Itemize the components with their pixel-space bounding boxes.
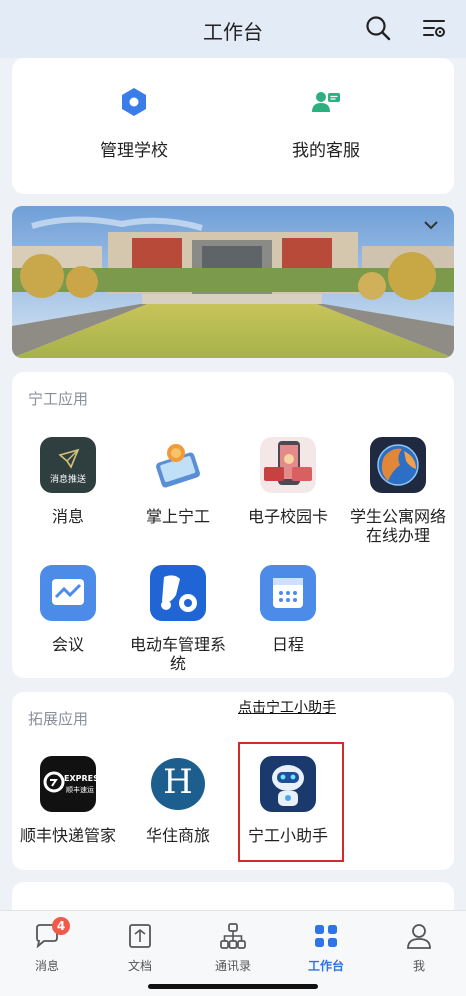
assistant-hint-link[interactable]: 点击宁工小助手: [238, 697, 336, 717]
home-indicator: [148, 984, 318, 989]
chevron-down-icon[interactable]: [422, 218, 440, 232]
tab-label: 文档: [127, 959, 152, 973]
sf-express-text: EXPRESS: [64, 774, 96, 783]
tab-messages[interactable]: 4 消息: [12, 917, 82, 974]
calendar-icon: [260, 565, 316, 621]
tab-contacts[interactable]: 通讯录: [198, 921, 268, 974]
person-icon: [404, 921, 434, 951]
customer-service-icon: [310, 86, 342, 118]
campus-banner[interactable]: [12, 206, 454, 358]
customer-service-label: 我的客服: [292, 141, 360, 161]
app-label: 掌上宁工: [145, 507, 210, 526]
app-dorm-network[interactable]: 学生公寓网络在线办理: [342, 437, 454, 545]
app-meeting[interactable]: 会议: [12, 565, 124, 654]
search-icon[interactable]: [364, 14, 392, 42]
app-huazhu[interactable]: H 华住商旅: [122, 756, 234, 845]
sf-express-cn-text: 顺丰速运: [66, 786, 94, 794]
manage-school-label: 管理学校: [100, 141, 168, 161]
section-title: 宁工应用: [28, 390, 89, 408]
app-mobile-ning[interactable]: 掌上宁工: [122, 437, 234, 526]
workbench-grid-icon: [311, 921, 341, 951]
tab-label: 工作台: [307, 959, 344, 973]
app-label: 会议: [51, 635, 84, 654]
tab-label: 我: [412, 959, 425, 973]
campus-card-icon: [260, 437, 316, 493]
quick-actions-card: 管理学校 我的客服: [12, 58, 454, 194]
campus-photo: [12, 206, 454, 358]
tab-label: 消息: [34, 959, 59, 973]
app-label: 日程: [271, 635, 304, 654]
highlight-box: [238, 742, 344, 862]
top-header: 工作台: [0, 0, 466, 58]
app-label: 华住商旅: [145, 826, 210, 845]
meeting-icon: [40, 565, 96, 621]
tab-documents[interactable]: 文档: [105, 921, 175, 974]
app-label: 顺丰快递管家: [19, 826, 116, 845]
app-label: 电子校园卡: [247, 507, 328, 526]
tab-label: 通讯录: [214, 959, 251, 973]
app-sf-express[interactable]: EXPRESS 顺丰速运 顺丰快递管家: [12, 756, 124, 845]
mobile-app-icon: [150, 437, 206, 493]
app-campus-card[interactable]: 电子校园卡: [232, 437, 344, 526]
app-calendar[interactable]: 日程: [232, 565, 344, 654]
manage-school-button[interactable]: 管理学校: [34, 86, 234, 161]
settings-list-icon[interactable]: [420, 14, 448, 42]
message-push-text: 消息推送: [49, 475, 86, 485]
org-chart-icon: [218, 921, 248, 951]
document-icon: [125, 921, 155, 951]
customer-service-button[interactable]: 我的客服: [226, 86, 426, 161]
section-title: 拓展应用: [28, 710, 89, 728]
message-push-icon: 消息推送: [40, 437, 96, 493]
huazhu-letter: H: [163, 762, 193, 802]
app-label: 消息: [51, 507, 84, 526]
unread-badge: 4: [52, 917, 70, 935]
tab-me[interactable]: 我: [384, 921, 454, 974]
tab-workbench[interactable]: 工作台: [291, 921, 361, 974]
ebike-settings-icon: [150, 565, 206, 621]
extended-apps-card: 拓展应用 EXPRESS 顺丰速运 顺丰快递管家 H 华住商旅 宁工小助手: [12, 692, 454, 870]
sf-express-icon: EXPRESS 顺丰速运: [40, 756, 96, 812]
globe-network-icon: [370, 437, 426, 493]
hexagon-icon: [118, 86, 150, 118]
chat-icon: 4: [32, 917, 70, 951]
ning-apps-card: 宁工应用 消息推送 消息 掌上宁工 电子校园卡 学生公寓网络在线办理 会议 电动…: [12, 372, 454, 678]
app-message[interactable]: 消息推送 消息: [12, 437, 124, 526]
page-title: 工作台: [203, 20, 263, 44]
app-label: 电动车管理系统: [129, 635, 226, 673]
app-label: 学生公寓网络在线办理: [349, 507, 446, 545]
huazhu-icon: H: [150, 756, 206, 812]
app-ebike-management[interactable]: 电动车管理系统: [122, 565, 234, 673]
